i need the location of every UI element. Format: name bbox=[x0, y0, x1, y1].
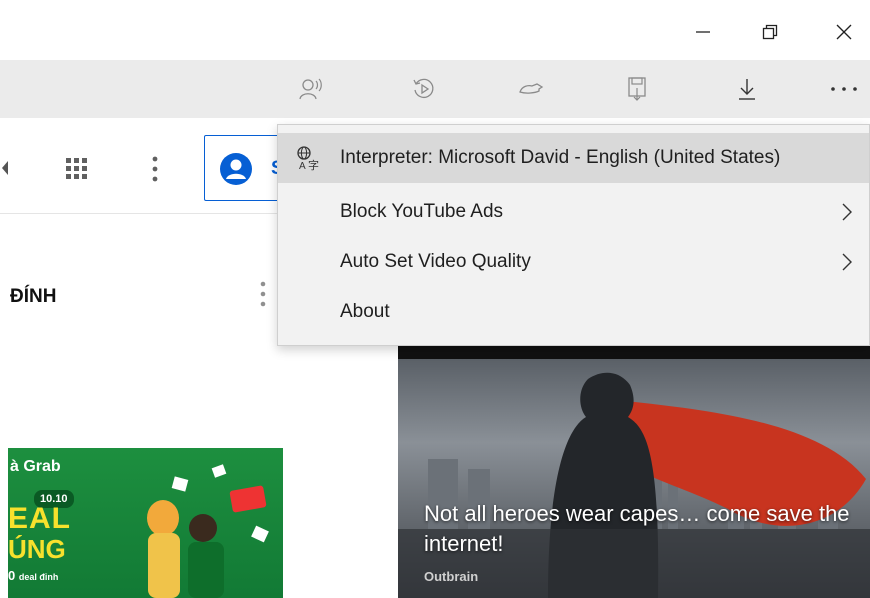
save-page-button[interactable] bbox=[617, 69, 657, 109]
superhero-city-image bbox=[398, 372, 870, 598]
menu-item-label: Interpreter: Microsoft David - English (… bbox=[340, 147, 781, 168]
extension-icon bbox=[519, 83, 544, 94]
settings-more-button[interactable] bbox=[824, 69, 864, 109]
section-menu-icon[interactable] bbox=[256, 278, 270, 310]
grab-ad-illustration bbox=[147, 464, 269, 598]
grab-subline: 0 deal đỉnh bbox=[8, 568, 58, 583]
history-button[interactable] bbox=[404, 69, 444, 109]
downloads-button[interactable] bbox=[727, 69, 767, 109]
grab-subline-text: deal đỉnh bbox=[18, 572, 59, 582]
extension-button[interactable] bbox=[511, 69, 551, 109]
apps-grid-icon[interactable] bbox=[64, 156, 90, 182]
read-aloud-button[interactable] bbox=[291, 69, 331, 109]
menu-item-label: Block YouTube Ads bbox=[340, 201, 504, 222]
grab-subline-number: 0 bbox=[8, 568, 16, 583]
settings-dots-icon[interactable] bbox=[148, 154, 162, 184]
minimize-icon bbox=[696, 31, 710, 33]
grab-brand-text: à Grab bbox=[10, 458, 61, 475]
translate-icon: A 字 bbox=[297, 146, 319, 171]
title-bar bbox=[0, 0, 870, 60]
restore-button[interactable] bbox=[750, 12, 790, 52]
svg-text:字: 字 bbox=[308, 158, 319, 171]
minimize-button[interactable] bbox=[683, 12, 723, 52]
left-arrow-icon bbox=[2, 161, 8, 175]
chevron-right-icon bbox=[842, 203, 852, 221]
menu-item-about[interactable]: About bbox=[278, 287, 869, 337]
restore-icon bbox=[762, 24, 778, 40]
close-icon bbox=[836, 24, 852, 40]
menu-item-block-youtube-ads[interactable]: Block YouTube Ads bbox=[278, 187, 869, 237]
menu-item-label: About bbox=[340, 301, 390, 322]
svg-text:A: A bbox=[299, 161, 306, 171]
ad-top-strip bbox=[398, 345, 870, 359]
history-icon bbox=[413, 78, 434, 99]
ad-source[interactable]: Outbrain bbox=[424, 569, 478, 584]
menu-item-auto-video-quality[interactable]: Auto Set Video Quality bbox=[278, 237, 869, 287]
close-button[interactable] bbox=[824, 12, 864, 52]
account-icon bbox=[220, 153, 252, 185]
extension-context-menu: A 字 Interpreter: Microsoft David - Engli… bbox=[277, 124, 870, 346]
menu-item-interpreter[interactable]: A 字 Interpreter: Microsoft David - Engli… bbox=[278, 133, 869, 183]
ad-headline[interactable]: Not all heroes wear capes… come save the… bbox=[424, 499, 854, 559]
save-page-icon bbox=[628, 77, 646, 101]
download-icon bbox=[739, 79, 755, 100]
read-aloud-icon bbox=[299, 78, 322, 100]
more-icon bbox=[831, 87, 857, 91]
grab-ad-thumbnail[interactable]: à Grab 10.10 EAL ÚNG 0 deal đỉnh bbox=[8, 448, 283, 598]
outbrain-ad-card[interactable]: Not all heroes wear capes… come save the… bbox=[398, 359, 870, 598]
browser-toolbar bbox=[0, 60, 870, 118]
grab-headline-2: ÚNG bbox=[8, 534, 66, 564]
menu-item-label: Auto Set Video Quality bbox=[340, 251, 531, 272]
chevron-right-icon bbox=[842, 253, 852, 271]
section-title: ĐÍNH bbox=[10, 286, 57, 307]
grab-headline-1: EAL bbox=[8, 502, 71, 535]
